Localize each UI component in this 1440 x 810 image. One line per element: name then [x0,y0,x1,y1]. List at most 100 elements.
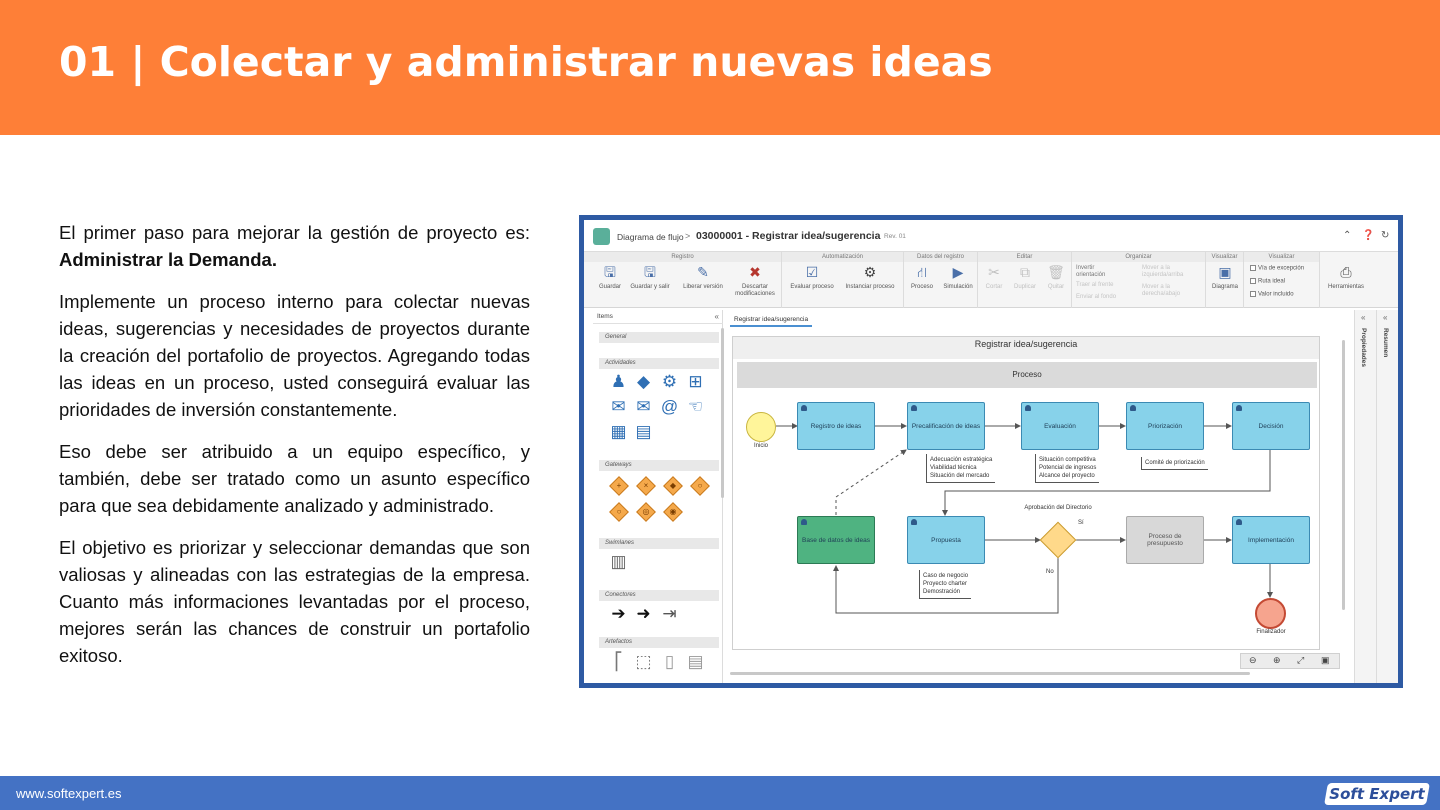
expand-left-icon[interactable]: « [1383,313,1387,322]
task-priorizacion[interactable]: Priorización [1126,402,1204,450]
slide-header: 01 | Colectar y administrar nuevas ideas [0,0,1440,135]
task-precalificacion[interactable]: Precalificación de ideas [907,402,985,450]
evaluate-process-button[interactable]: ☑ Evaluar proceso [786,264,838,291]
value-included-checkbox[interactable]: Valor incluido [1250,291,1294,298]
zoom-in-icon[interactable]: ⊕ [1273,655,1281,666]
save-icon: 🖫 [604,264,616,280]
category-actividades[interactable]: Actividades [599,358,719,369]
fit-screen-icon[interactable]: ⤢ [1297,655,1304,666]
data-object-icon[interactable]: ▯ [660,652,679,671]
association-icon[interactable]: ⇥ [660,604,679,623]
expand-left-icon[interactable]: « [1361,313,1365,322]
zoom-out-icon[interactable]: ⊖ [1249,655,1257,666]
task-evaluacion[interactable]: Evaluación [1021,402,1099,450]
gateway-parallel-icon[interactable]: ○ [609,502,629,522]
annotation-evaluacion[interactable]: Situación competitiva Potencial de ingres… [1035,454,1100,483]
send-task-icon[interactable]: ✉ [609,397,628,416]
annotation-precalificacion[interactable]: Adecuación estratégica Viabilidad técnica… [926,454,996,483]
move-left-up-button[interactable]: Mover a la izquierda/arriba [1142,265,1183,279]
breadcrumb[interactable]: Diagrama de flujo [617,232,684,242]
ideal-route-checkbox[interactable]: Ruta ideal [1250,278,1285,285]
gateway-complex-icon[interactable]: ◆ [663,476,683,496]
annotation-icon[interactable]: ⎡ [609,652,628,671]
task-base-datos-ideas[interactable]: Base de datos de ideas [797,516,875,564]
flowchart-app-icon [593,228,610,245]
yes-label: Sí [1078,520,1084,526]
help-icon[interactable]: ❓ [1362,230,1374,241]
task-registro-ideas[interactable]: Registro de ideas [797,402,875,450]
breadcrumb-separator: > [685,231,691,241]
email-task-icon[interactable]: @ [660,397,679,416]
process-icon: ⛙ [917,264,927,280]
subprocess-icon[interactable]: ⊞ [686,372,705,391]
gateway-start-icon[interactable]: ◉ [663,502,683,522]
move-right-down-button[interactable]: Mover a la derecha/abajo [1142,284,1180,298]
simulation-button[interactable]: ▶ Simulación [938,264,978,291]
paragraph-1: El primer paso para mejorar la gestión d… [59,219,530,273]
pool-header[interactable]: Registrar idea/sugerencia [733,337,1319,359]
gateway-exclusive-icon[interactable]: × [636,476,656,496]
script-icon[interactable]: ▤ [634,422,653,441]
category-swimlanes[interactable]: Swimlanes [599,538,719,549]
invert-orientation-button[interactable]: Invertir orientación [1076,265,1105,279]
receive-task-icon[interactable]: ✉ [634,397,653,416]
horizontal-scrollbar[interactable] [730,672,1250,675]
start-event[interactable] [746,412,776,442]
category-general[interactable]: General [599,332,719,343]
group-title: Visualizar [1244,252,1319,262]
export-image-icon[interactable]: ▣ [1321,655,1330,666]
summary-panel-tab[interactable]: « Resumen [1376,310,1398,683]
collapse-left-icon[interactable]: « [715,312,719,321]
document-title: 03000001 - Registrar idea/sugerencia [696,230,881,242]
instantiate-process-button[interactable]: ⚙ Instanciar proceso [840,264,900,291]
duplicate-button[interactable]: ⧉ Duplicar [1008,264,1042,291]
diamond-icon[interactable]: ◆ [634,372,653,391]
group-title: Datos del registro [904,252,977,262]
sequence-flow-icon[interactable]: ➔ [609,604,628,623]
footer-url[interactable]: www.softexpert.es [16,786,122,801]
vertical-scrollbar[interactable] [1342,340,1345,610]
properties-panel-tab[interactable]: « Propiedades [1354,310,1376,683]
ribbon-group-datos: Datos del registro ⛙ Proceso ▶ Simulación [904,252,978,308]
task-implementacion[interactable]: Implementación [1232,516,1310,564]
discard-changes-button[interactable]: ✖ Descartar modificaciones [729,264,781,298]
release-version-button[interactable]: ✎ Liberar versión [677,264,729,291]
swimlane-icon[interactable]: ▥ [609,552,628,571]
panel-scrollbar[interactable] [721,328,724,498]
delete-button[interactable]: 🗑 Quitar [1040,264,1072,291]
gateway-inclusive-icon[interactable]: + [609,476,629,496]
data-store-icon[interactable]: ▤ [686,652,705,671]
gateway-event-icon[interactable]: ○ [690,476,710,496]
diagram-button[interactable]: ▣ Diagrama [1206,264,1244,291]
app-screenshot-frame: Diagrama de flujo > 03000001 - Registrar… [579,215,1403,688]
category-conectores[interactable]: Conectores [599,590,719,601]
cut-button[interactable]: ✂ Cortar [978,264,1010,291]
user-task-icon[interactable]: ♟ [609,372,628,391]
annotation-propuesta[interactable]: Caso de negocio Proyecto charter Demostrac… [919,570,972,599]
tab-registrar-idea[interactable]: Registrar idea/sugerencia [730,314,813,327]
send-back-button[interactable]: Enviar al fondo [1076,294,1116,301]
tools-button[interactable]: ⎙ Herramientas [1320,264,1372,291]
message-flow-icon[interactable]: ➜ [634,604,653,623]
task-propuesta[interactable]: Propuesta [907,516,985,564]
lane-header[interactable]: Proceso [737,362,1317,388]
gateway-event-based-icon[interactable]: ◎ [636,502,656,522]
task-proceso-presupuesto[interactable]: Proceso de presupuesto [1126,516,1204,564]
save-and-exit-button[interactable]: 🖫 Guardar y salir [624,264,676,291]
group-icon[interactable]: ⬚ [634,652,653,671]
end-event[interactable] [1255,598,1286,629]
service-task-icon[interactable]: ⚙ [660,372,679,391]
collapse-up-icon[interactable]: ⌃ [1343,230,1351,241]
refresh-icon[interactable]: ↻ [1381,230,1389,241]
category-artefactos[interactable]: Artefactos [599,637,719,648]
process-button[interactable]: ⛙ Proceso [904,264,940,291]
ribbon-toolbar: Registro 🖫 Guardar 🖫 Guardar y salir ✎ Libe… [584,252,1398,308]
table-icon[interactable]: ▦ [609,422,628,441]
exception-path-checkbox[interactable]: Vía de excepción [1250,265,1304,272]
group-title: Editar [978,252,1071,262]
annotation-priorizacion[interactable]: Comité de priorización [1141,457,1208,470]
manual-task-icon[interactable]: ☜ [686,397,705,416]
task-decision[interactable]: Decisión [1232,402,1310,450]
bring-front-button[interactable]: Traer al frente [1076,282,1113,289]
category-gateways[interactable]: Gateways [599,460,719,471]
